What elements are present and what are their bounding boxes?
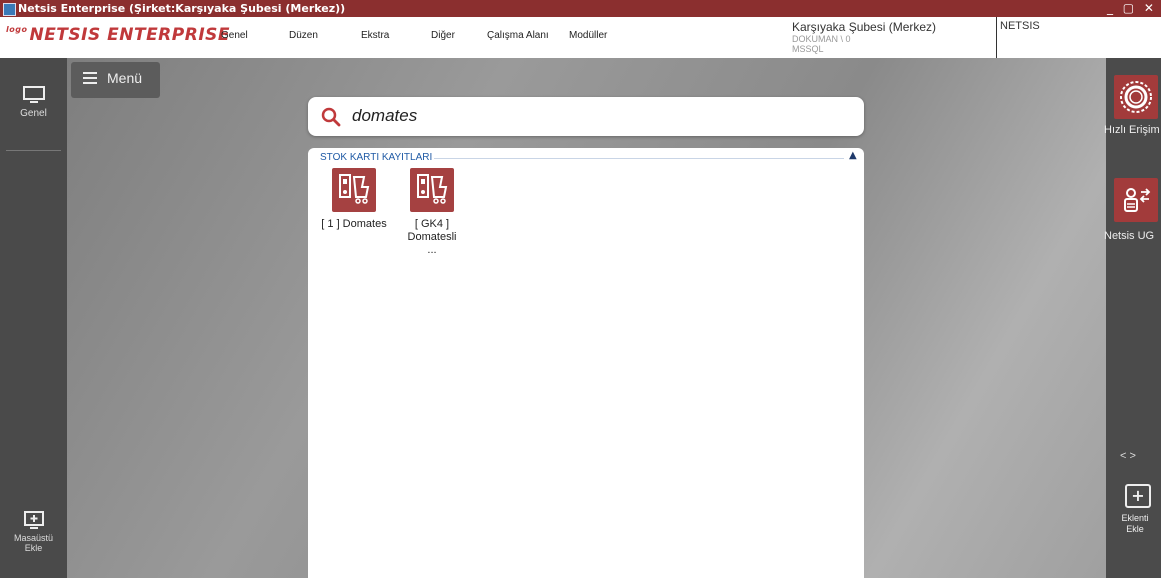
result-label: [ GK4 ] Domatesli ...: [407, 218, 457, 256]
menu-button-label: Menü: [107, 70, 143, 86]
group-divider: [434, 158, 844, 159]
company-server: MSSQL: [792, 44, 824, 54]
left-sidebar: Genel Masaüstü Ekle: [0, 58, 67, 578]
window-title: Netsis Enterprise (Şirket:Karşıyaka Şube…: [18, 2, 346, 15]
main-menu-button[interactable]: Menü: [71, 62, 160, 98]
menu-separator: [996, 17, 997, 58]
search-icon: [321, 107, 341, 127]
menu-calisma-alani[interactable]: Çalışma Alanı: [487, 30, 549, 41]
add-plugin-label: Eklenti Ekle: [1117, 513, 1153, 535]
add-plugin-label-1: Eklenti: [1121, 513, 1149, 523]
company-name: Karşıyaka Şubesi (Merkez): [792, 20, 937, 34]
quick-access-button[interactable]: [1114, 75, 1158, 119]
genel-button[interactable]: Genel: [0, 85, 67, 119]
app-icon: [3, 3, 16, 16]
company-info: Karşıyaka Şubesi (Merkez) DOKUMAN \ 0 MS…: [792, 20, 936, 54]
add-plugin-icon[interactable]: +: [1125, 484, 1151, 508]
title-bar: Netsis Enterprise (Şirket:Karşıyaka Şube…: [0, 0, 1161, 17]
search-box[interactable]: domates: [308, 97, 864, 136]
add-desktop-label-2: Ekle: [24, 543, 43, 553]
search-input[interactable]: domates: [352, 106, 417, 126]
user-transfer-icon: [1124, 188, 1151, 212]
netsis-ug-label: Netsis UG: [1104, 230, 1155, 242]
netsis-ug-button[interactable]: [1114, 178, 1158, 222]
genel-label: Genel: [20, 108, 47, 119]
add-desktop-label-1: Masaüstü: [13, 533, 54, 543]
product-label: NETSIS: [1000, 20, 1040, 32]
add-plugin-label-2: Ekle: [1126, 524, 1144, 534]
menu-bar: logo NETSIS ENTERPRISE Genel Düzen Ekstra…: [0, 17, 1161, 59]
menu-genel[interactable]: Genel: [221, 30, 248, 41]
add-screen-icon: [23, 511, 44, 529]
menu-moduller[interactable]: Modüller: [569, 30, 607, 41]
gear-icon: [1120, 81, 1152, 113]
menu-diger[interactable]: Diğer: [431, 30, 455, 41]
logo-prefix: logo: [6, 25, 28, 34]
hamburger-icon: [83, 72, 97, 84]
logo-text: NETSIS ENTERPRISE: [29, 25, 231, 45]
stock-card-icon: [332, 168, 376, 212]
window-controls[interactable]: _ ▢ ✕: [1107, 0, 1157, 17]
collapse-icon[interactable]: ▲: [849, 150, 857, 161]
results-group-title: STOK KARTI KAYITLARI: [320, 152, 433, 163]
add-desktop-button[interactable]: Masaüstü Ekle: [0, 510, 67, 553]
result-label: [ 1 ] Domates: [321, 218, 387, 230]
sidebar-nav-arrows[interactable]: < >: [1120, 450, 1161, 462]
netsis-logo: logo NETSIS ENTERPRISE: [6, 25, 230, 45]
menu-ekstra[interactable]: Ekstra: [361, 30, 389, 41]
company-db: DOKUMAN \ 0: [792, 34, 851, 44]
search-results-panel: STOK KARTI KAYITLARI ▲ [ 1 ] Domates [ G…: [308, 148, 864, 578]
quick-access-label: Hızlı Erişim: [1104, 124, 1160, 136]
stock-card-icon: [410, 168, 454, 212]
right-sidebar: Hızlı Erişim Netsis UG < > + Eklenti Ekl…: [1104, 58, 1161, 578]
menu-duzen[interactable]: Düzen: [289, 30, 318, 41]
monitor-icon: [22, 86, 45, 103]
sidebar-divider: [6, 150, 61, 151]
